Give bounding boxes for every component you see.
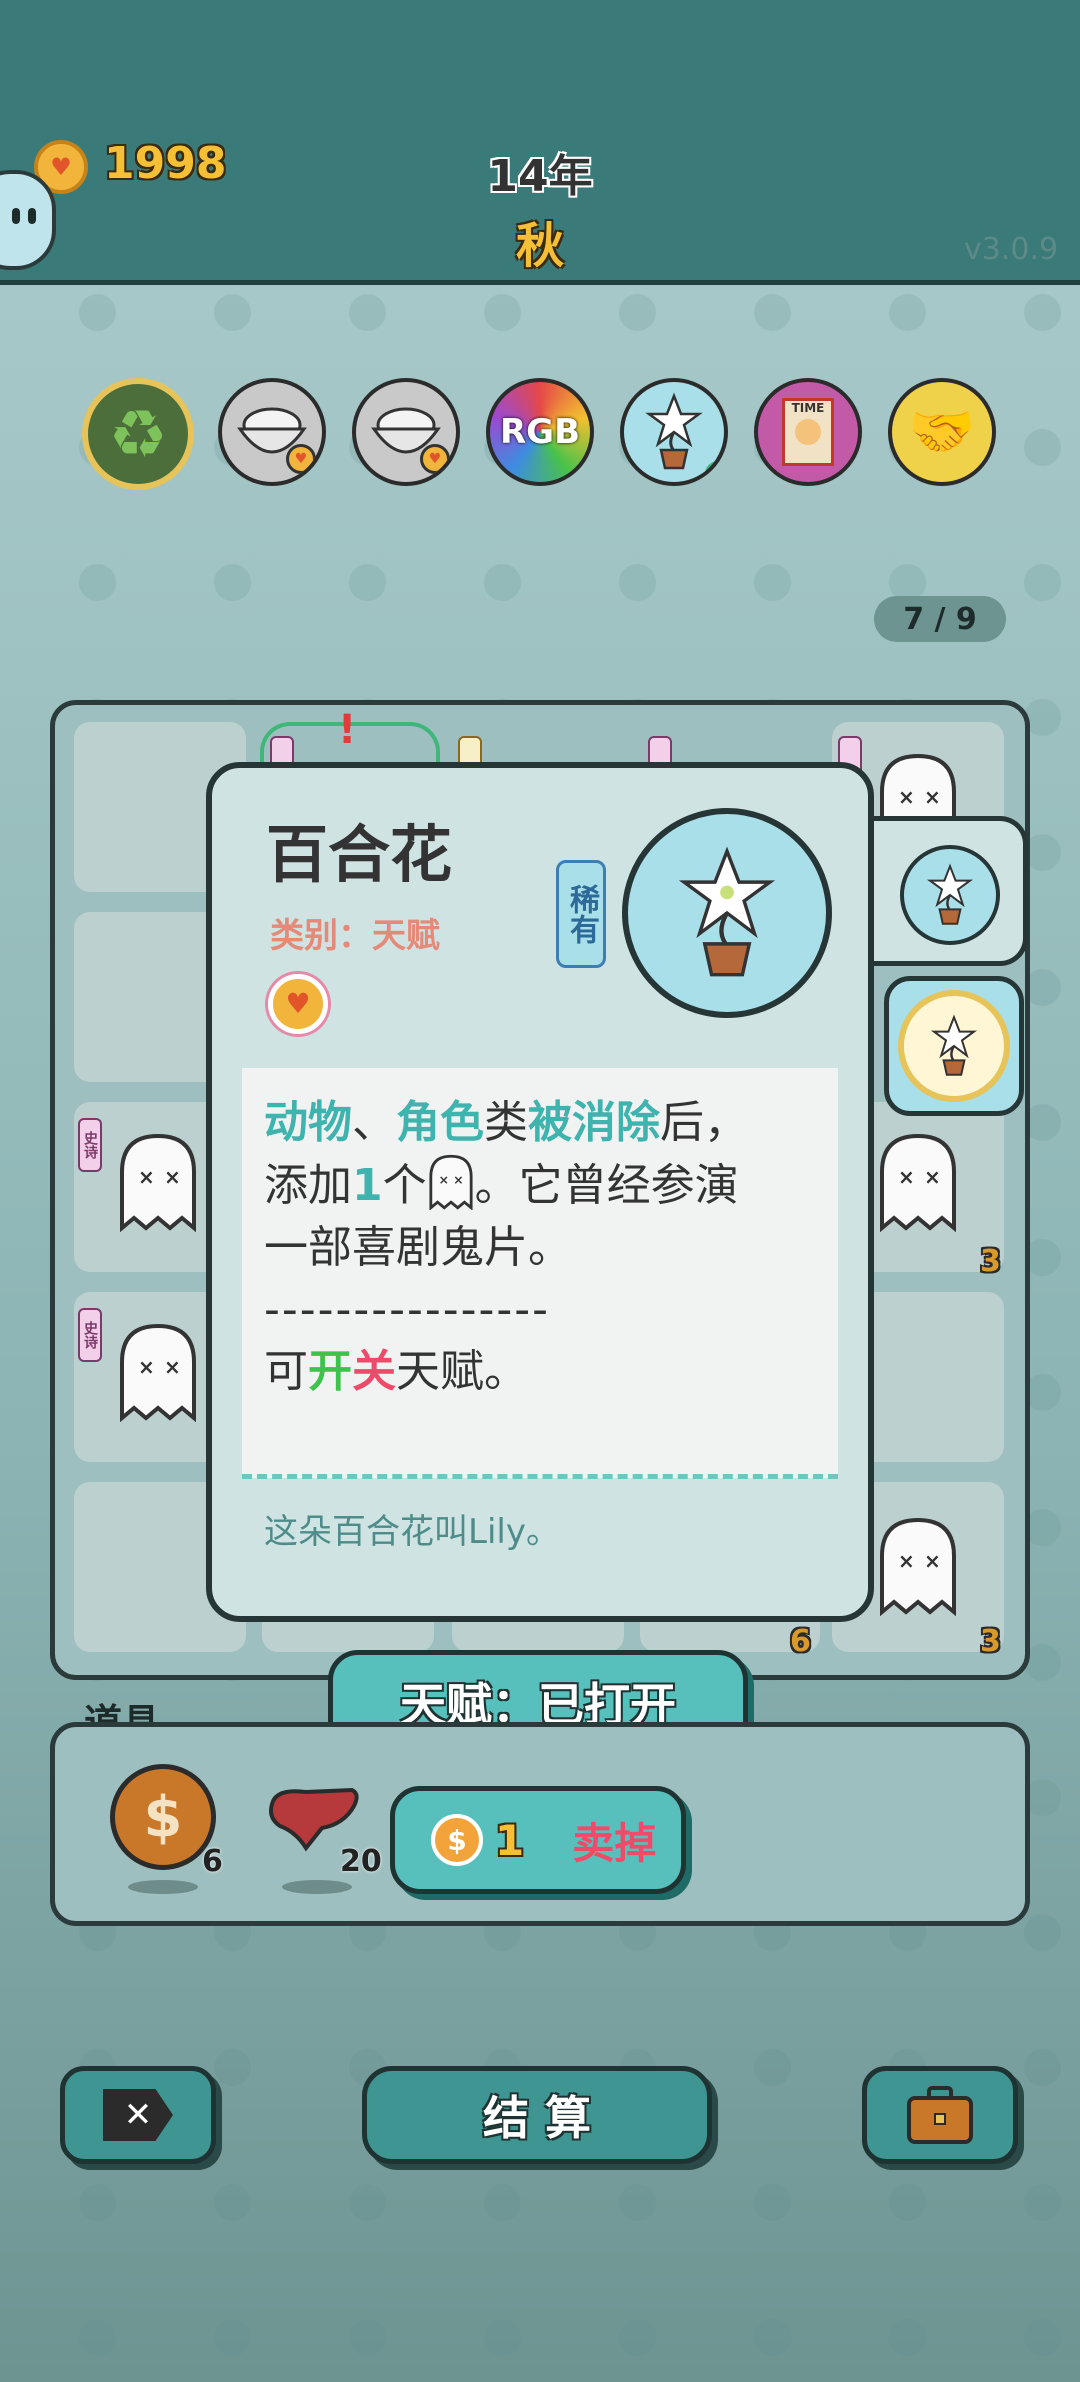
- popup-title: 百合花: [266, 818, 453, 891]
- lily-icon: [645, 392, 703, 470]
- sell-price: 1: [495, 1815, 525, 1865]
- desc-text: 可: [264, 1346, 308, 1397]
- epic-tag: 史诗: [78, 1308, 102, 1362]
- ghost-icon: × ×: [120, 1323, 196, 1422]
- epic-tag: 史诗: [78, 1118, 102, 1172]
- talent-rice-bowl-1[interactable]: ♥: [218, 378, 326, 486]
- coin-icon: $: [431, 1814, 483, 1866]
- svg-text:×: ×: [138, 1165, 155, 1189]
- time-label: TIME: [791, 401, 825, 415]
- ghost-icon: × ×: [429, 1154, 473, 1211]
- talent-lily[interactable]: [620, 378, 728, 486]
- keyword-animal: 动物: [264, 1097, 352, 1148]
- talent-recycle[interactable]: ♻: [82, 378, 194, 490]
- top-bar: ♥ 1998 14年 秋 v3.0.9: [0, 0, 1080, 285]
- keyword-character: 角色: [396, 1097, 484, 1148]
- desc-text: 天赋。: [396, 1346, 528, 1397]
- talent-time-magazine[interactable]: TIME: [754, 378, 862, 486]
- keyword-off: 关: [352, 1346, 396, 1397]
- avatar-icon[interactable]: [0, 170, 56, 270]
- svg-text:×: ×: [164, 1355, 181, 1379]
- item-count: 3: [980, 1244, 1001, 1279]
- desc-text: 类: [484, 1097, 528, 1148]
- flavor-text: 这朵百合花叫Lily。: [264, 1512, 560, 1552]
- description-text: 动物、角色类被消除后， 添加1个 × × 。它曾经参演 一部喜剧鬼片。 -------…: [264, 1092, 824, 1403]
- desc-text: 、: [352, 1097, 396, 1148]
- handshake-icon: 🤝: [908, 400, 976, 463]
- coin-icon: ♥: [420, 444, 450, 474]
- time-magazine-icon: TIME: [782, 398, 834, 466]
- keyword-eliminated: 被消除: [528, 1097, 660, 1148]
- keyword-on: 开: [308, 1346, 352, 1397]
- coin-count: 1998: [104, 138, 227, 189]
- desc-text: 添加: [264, 1160, 352, 1211]
- coin-icon: ♥: [286, 444, 316, 474]
- svg-text:×: ×: [453, 1173, 463, 1187]
- item-count: 6: [202, 1844, 223, 1879]
- talent-handshake[interactable]: 🤝: [888, 378, 996, 486]
- popup-category: 类别：天赋: [270, 916, 440, 956]
- lily-icon: [678, 846, 776, 977]
- shadow: [282, 1880, 352, 1894]
- item-count: 20: [340, 1844, 382, 1879]
- rgb-icon: RGB: [499, 412, 580, 452]
- item-count: 3: [980, 1624, 1001, 1659]
- svg-text:×: ×: [164, 1165, 181, 1189]
- year-label: 14年: [487, 151, 593, 202]
- keyword-number: 1: [352, 1160, 383, 1211]
- dollar-coin-icon[interactable]: $: [110, 1764, 216, 1870]
- settle-label: 结 算: [482, 2091, 591, 2145]
- version-label: v3.0.9: [964, 232, 1059, 267]
- alert-icon: !: [338, 707, 357, 753]
- desc-line-4: 可开关天赋。: [264, 1341, 824, 1403]
- ghost-icon: × ×: [880, 1133, 956, 1232]
- desc-separator: ----------------: [264, 1284, 551, 1335]
- desc-text: 个: [382, 1160, 427, 1211]
- rarity-badge: 稀有: [556, 860, 606, 968]
- svg-text:×: ×: [898, 1549, 915, 1573]
- desc-text: 。它曾经参演: [474, 1160, 739, 1211]
- side-tab-talent[interactable]: [860, 816, 1028, 966]
- side-tab-item[interactable]: [884, 976, 1024, 1116]
- settle-button[interactable]: 结 算: [362, 2066, 712, 2164]
- lily-icon: [926, 863, 974, 925]
- desc-text: 后，: [660, 1097, 748, 1148]
- delete-button[interactable]: ✕: [60, 2066, 216, 2164]
- svg-text:×: ×: [438, 1173, 448, 1187]
- talent-rice-bowl-2[interactable]: ♥: [352, 378, 460, 486]
- desc-line-3: 一部喜剧鬼片。: [264, 1222, 572, 1273]
- lily-icon: [930, 1014, 978, 1076]
- talent-rgb[interactable]: RGB: [486, 378, 594, 486]
- season-label: 秋: [515, 218, 564, 274]
- item-portrait: [622, 808, 832, 1018]
- svg-text:×: ×: [898, 1165, 915, 1189]
- shadow: [128, 1880, 198, 1894]
- delete-icon: ✕: [103, 2089, 173, 2141]
- svg-text:×: ×: [138, 1355, 155, 1379]
- ghost-icon: × ×: [120, 1133, 196, 1232]
- item-detail-popup: 百合花 类别：天赋 ♥ 稀有 动物、角色类被消除后， 添加1个 × × 。它曾经参演 …: [206, 762, 874, 1622]
- sell-button[interactable]: $ 1 卖掉: [390, 1786, 686, 1894]
- desc-line-2: 添加1个 × × 。它曾经参演: [264, 1154, 824, 1217]
- svg-text:×: ×: [924, 1549, 941, 1573]
- coin-icon: ♥: [268, 974, 328, 1034]
- briefcase-icon: [907, 2086, 973, 2144]
- ghost-icon: × ×: [880, 1517, 956, 1616]
- desc-line-1: 动物、角色类被消除后，: [264, 1092, 824, 1154]
- inventory-button[interactable]: [862, 2066, 1018, 2164]
- svg-text:×: ×: [898, 785, 915, 809]
- page-indicator: 7 / 9: [874, 596, 1006, 642]
- sell-label: 卖掉: [572, 1818, 657, 1868]
- recycle-icon: ♻: [108, 395, 168, 473]
- svg-text:×: ×: [924, 785, 941, 809]
- svg-text:×: ×: [924, 1165, 941, 1189]
- item-count: 6: [790, 1624, 811, 1659]
